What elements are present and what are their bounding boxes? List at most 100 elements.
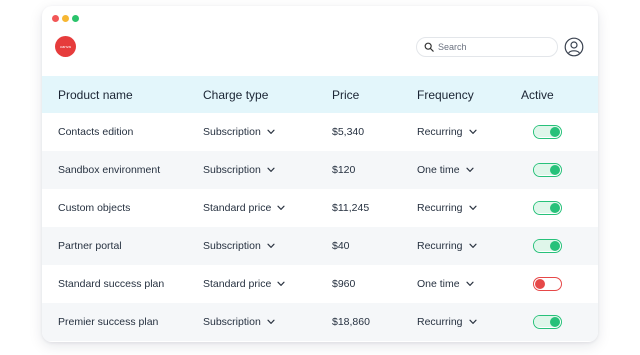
chevron-down-icon xyxy=(468,205,477,210)
frequency-value: Recurring xyxy=(417,202,463,214)
toggle-knob xyxy=(550,126,560,137)
close-window-dot[interactable] xyxy=(52,15,59,22)
table-row[interactable]: Sandbox environment Subscription $120 One t… xyxy=(42,151,598,189)
brand-logo[interactable]: canva xyxy=(55,36,76,57)
product-name-cell: Standard success plan xyxy=(42,265,203,303)
frequency-dropdown[interactable]: One time xyxy=(417,164,474,176)
chevron-down-icon xyxy=(468,129,477,134)
product-name-cell: Premier success plan xyxy=(42,303,203,341)
product-name: Sandbox environment xyxy=(58,164,161,176)
charge-type-value: Subscription xyxy=(203,126,261,138)
products-table: Product name Charge type Price Frequency… xyxy=(42,76,598,341)
frequency-dropdown[interactable]: One time xyxy=(417,278,474,290)
toggle-knob xyxy=(550,202,560,213)
charge-type-dropdown[interactable]: Subscription xyxy=(203,164,275,176)
active-toggle[interactable] xyxy=(533,277,562,291)
column-header-price[interactable]: Price xyxy=(332,76,417,113)
active-cell xyxy=(521,303,598,341)
chevron-down-icon xyxy=(468,243,477,248)
user-avatar-icon[interactable] xyxy=(564,37,584,57)
price-cell: $40 xyxy=(332,227,417,265)
frequency-cell: Recurring xyxy=(417,227,521,265)
product-name: Partner portal xyxy=(58,240,122,252)
table-row[interactable]: Partner portal Subscription $40 Recurring xyxy=(42,227,598,265)
charge-type-value: Subscription xyxy=(203,240,261,252)
column-header-active[interactable]: Active xyxy=(521,76,598,113)
frequency-value: One time xyxy=(417,164,460,176)
frequency-value: Recurring xyxy=(417,240,463,252)
active-toggle[interactable] xyxy=(533,201,562,215)
table-header-row: Product name Charge type Price Frequency… xyxy=(42,76,598,113)
price-cell: $120 xyxy=(332,151,417,189)
toggle-knob xyxy=(550,164,560,175)
chevron-down-icon xyxy=(267,243,275,248)
chevron-down-icon xyxy=(277,281,285,286)
toggle-knob xyxy=(550,316,560,327)
active-cell xyxy=(521,113,598,151)
frequency-dropdown[interactable]: Recurring xyxy=(417,240,477,252)
charge-type-dropdown[interactable]: Subscription xyxy=(203,240,275,252)
frequency-dropdown[interactable]: Recurring xyxy=(417,202,477,214)
frequency-cell: Recurring xyxy=(417,189,521,227)
minimize-window-dot[interactable] xyxy=(62,15,69,22)
charge-type-cell: Standard price xyxy=(203,189,332,227)
charge-type-dropdown[interactable]: Subscription xyxy=(203,316,275,328)
charge-type-cell: Standard price xyxy=(203,265,332,303)
active-toggle[interactable] xyxy=(533,239,562,253)
charge-type-value: Standard price xyxy=(203,202,272,214)
frequency-cell: One time xyxy=(417,265,521,303)
table-row[interactable]: Premier success plan Subscription $18,860 R… xyxy=(42,303,598,341)
price-value: $40 xyxy=(332,240,350,252)
app-window: canva Product name Charge type Price Fre… xyxy=(42,6,598,342)
active-toggle[interactable] xyxy=(533,163,562,177)
chevron-down-icon xyxy=(267,129,275,134)
app-header: canva xyxy=(42,30,598,76)
product-name: Premier success plan xyxy=(58,316,159,328)
price-cell: $18,860 xyxy=(332,303,417,341)
charge-type-cell: Subscription xyxy=(203,151,332,189)
logo-text: canva xyxy=(60,44,71,49)
product-name: Standard success plan xyxy=(58,278,165,290)
frequency-dropdown[interactable]: Recurring xyxy=(417,126,477,138)
active-cell xyxy=(521,265,598,303)
frequency-value: One time xyxy=(417,278,460,290)
search-icon xyxy=(424,42,434,52)
column-header-product[interactable]: Product name xyxy=(42,76,203,113)
price-cell: $11,245 xyxy=(332,189,417,227)
chevron-down-icon xyxy=(466,281,474,286)
frequency-dropdown[interactable]: Recurring xyxy=(417,316,477,328)
search-box[interactable] xyxy=(416,37,558,57)
price-value: $5,340 xyxy=(332,126,365,138)
price-value: $18,860 xyxy=(332,316,370,328)
product-name-cell: Custom objects xyxy=(42,189,203,227)
charge-type-dropdown[interactable]: Standard price xyxy=(203,278,285,290)
search-input[interactable] xyxy=(438,42,548,52)
product-name: Contacts edition xyxy=(58,126,134,138)
active-toggle[interactable] xyxy=(533,125,562,139)
charge-type-value: Subscription xyxy=(203,316,261,328)
active-cell xyxy=(521,151,598,189)
maximize-window-dot[interactable] xyxy=(72,15,79,22)
column-header-charge-type[interactable]: Charge type xyxy=(203,76,332,113)
charge-type-value: Standard price xyxy=(203,278,272,290)
frequency-value: Recurring xyxy=(417,126,463,138)
table-row[interactable]: Contacts edition Subscription $5,340 Recurr… xyxy=(42,113,598,151)
frequency-value: Recurring xyxy=(417,316,463,328)
title-bar xyxy=(42,6,598,30)
frequency-cell: One time xyxy=(417,151,521,189)
charge-type-value: Subscription xyxy=(203,164,261,176)
column-header-frequency[interactable]: Frequency xyxy=(417,76,521,113)
toggle-knob xyxy=(550,240,560,251)
table-row[interactable]: Custom objects Standard price $11,245 Recur… xyxy=(42,189,598,227)
active-cell xyxy=(521,227,598,265)
table-row[interactable]: Standard success plan Standard price $960 O… xyxy=(42,265,598,303)
charge-type-dropdown[interactable]: Standard price xyxy=(203,202,285,214)
price-value: $11,245 xyxy=(332,202,370,214)
product-name-cell: Contacts edition xyxy=(42,113,203,151)
product-name-cell: Sandbox environment xyxy=(42,151,203,189)
charge-type-dropdown[interactable]: Subscription xyxy=(203,126,275,138)
active-toggle[interactable] xyxy=(533,315,562,329)
active-cell xyxy=(521,189,598,227)
chevron-down-icon xyxy=(267,319,275,324)
charge-type-cell: Subscription xyxy=(203,227,332,265)
